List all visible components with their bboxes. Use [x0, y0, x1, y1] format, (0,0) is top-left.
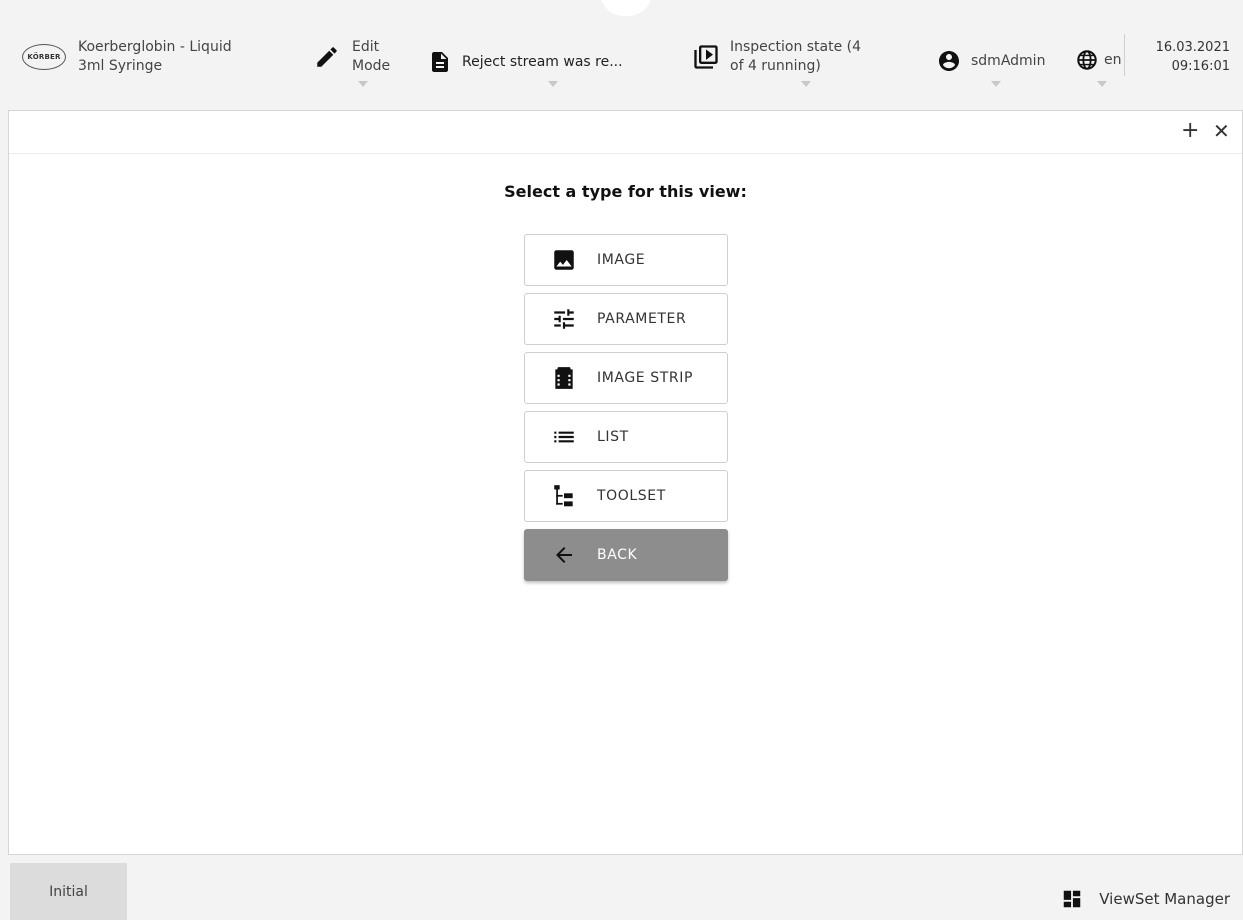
inspection-state-caret [801, 81, 811, 87]
back-button-label: BACK [597, 547, 638, 563]
panel-header: + ✕ [9, 111, 1242, 154]
top-bar: KÖRBER Koerberglobin - Liquid 3ml Syring… [0, 0, 1243, 110]
current-time: 09:16:01 [1171, 59, 1230, 74]
top-notch [600, 0, 652, 16]
image-icon [551, 247, 577, 273]
tab-initial[interactable]: Initial [10, 863, 127, 920]
product-name: Koerberglobin - Liquid 3ml Syringe [78, 39, 232, 74]
image-option-label: IMAGE [597, 252, 646, 268]
toolset-option-button[interactable]: TOOLSET [524, 470, 728, 522]
reject-stream-caret [548, 81, 558, 87]
edit-mode-label: Edit Mode [352, 39, 391, 74]
current-date: 16.03.2021 [1155, 40, 1230, 55]
user-name: sdmAdmin [971, 52, 1046, 69]
film-strip-icon [551, 365, 577, 391]
list-option-label: LIST [597, 429, 629, 445]
language-selector[interactable]: en [1076, 48, 1122, 72]
play-box-icon [692, 43, 720, 71]
list-option-button[interactable]: LIST [524, 411, 728, 463]
viewset-manager-label: ViewSet Manager [1099, 890, 1230, 908]
list-icon [551, 424, 577, 450]
image-strip-option-button[interactable]: IMAGE STRIP [524, 352, 728, 404]
date-time: 16.03.2021 09:16:01 [1156, 38, 1230, 76]
add-icon[interactable]: + [1181, 119, 1199, 143]
tab-initial-label: Initial [49, 883, 88, 900]
dashboard-icon [1061, 887, 1085, 911]
language-caret [1097, 81, 1107, 87]
toolset-option-label: TOOLSET [597, 488, 666, 504]
account-circle-icon [937, 48, 963, 74]
tree-icon [551, 483, 577, 509]
view-type-prompt: Select a type for this view: [504, 182, 747, 201]
edit-mode-button[interactable]: Edit Mode [314, 38, 390, 76]
arrow-left-icon [551, 542, 577, 568]
korber-logo: KÖRBER [22, 44, 66, 70]
edit-mode-caret [358, 81, 368, 87]
inspection-state-text: Inspection state (4 of 4 running) [730, 39, 862, 74]
pencil-icon [314, 43, 342, 71]
user-menu-caret [991, 81, 1001, 87]
parameter-option-button[interactable]: PARAMETER [524, 293, 728, 345]
language-code: en [1104, 51, 1122, 68]
viewset-manager-button[interactable]: ViewSet Manager [1061, 887, 1230, 911]
view-panel: + ✕ Select a type for this view: IMAGE P… [8, 110, 1243, 855]
reject-stream-text: Reject stream was re... [462, 53, 623, 70]
sliders-icon [551, 306, 577, 332]
header-divider [1124, 34, 1125, 76]
reject-stream-dropdown[interactable]: Reject stream was re... [428, 48, 623, 76]
close-icon[interactable]: ✕ [1213, 119, 1230, 143]
globe-icon [1076, 48, 1100, 72]
image-strip-option-label: IMAGE STRIP [597, 370, 694, 386]
inspection-state-dropdown[interactable]: Inspection state (4 of 4 running) [692, 38, 861, 76]
document-icon [428, 48, 452, 76]
user-menu[interactable]: sdmAdmin [937, 48, 1045, 74]
back-button[interactable]: BACK [524, 529, 728, 581]
product-selector[interactable]: KÖRBER Koerberglobin - Liquid 3ml Syring… [22, 38, 232, 76]
image-option-button[interactable]: IMAGE [524, 234, 728, 286]
parameter-option-label: PARAMETER [597, 311, 687, 327]
view-type-options: IMAGE PARAMETER IMAGE STRIP LIST TOOLSET [524, 234, 729, 588]
